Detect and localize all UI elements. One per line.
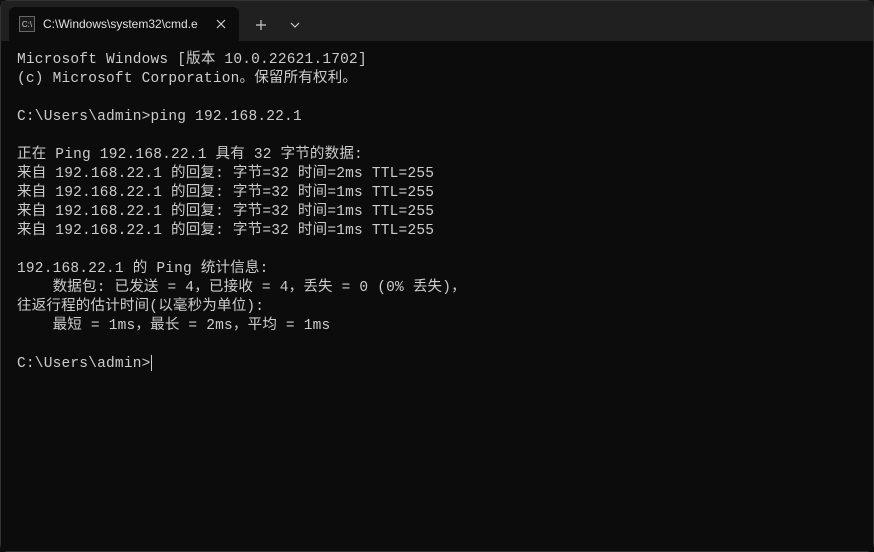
- stats-rtt-values: 最短 = 1ms，最长 = 2ms，平均 = 1ms: [17, 318, 330, 334]
- ping-reply: 来自 192.168.22.1 的回复: 字节=32 时间=2ms TTL=25…: [17, 166, 434, 182]
- ping-reply: 来自 192.168.22.1 的回复: 字节=32 时间=1ms TTL=25…: [17, 185, 434, 201]
- close-icon[interactable]: [213, 16, 229, 32]
- ping-header: 正在 Ping 192.168.22.1 具有 32 字节的数据:: [17, 147, 363, 163]
- prompt: C:\Users\admin>: [17, 109, 151, 125]
- prompt: C:\Users\admin>: [17, 356, 151, 372]
- new-tab-button[interactable]: [245, 9, 277, 41]
- titlebar: C:\ C:\Windows\system32\cmd.e: [1, 1, 873, 41]
- tab-title: C:\Windows\system32\cmd.e: [43, 17, 205, 31]
- copyright-line: (c) Microsoft Corporation。保留所有权利。: [17, 71, 357, 87]
- tab-group: C:\ C:\Windows\system32\cmd.e: [1, 1, 311, 41]
- terminal-output[interactable]: Microsoft Windows [版本 10.0.22621.1702] (…: [1, 41, 873, 551]
- cmd-icon: C:\: [19, 16, 35, 32]
- command-text: ping 192.168.22.1: [151, 109, 302, 125]
- tab-cmd[interactable]: C:\ C:\Windows\system32\cmd.e: [9, 7, 239, 41]
- ping-reply: 来自 192.168.22.1 的回复: 字节=32 时间=1ms TTL=25…: [17, 223, 434, 239]
- ping-reply: 来自 192.168.22.1 的回复: 字节=32 时间=1ms TTL=25…: [17, 204, 434, 220]
- tab-dropdown-button[interactable]: [279, 9, 311, 41]
- stats-rtt-header: 往返行程的估计时间(以毫秒为单位):: [17, 299, 264, 315]
- stats-packets: 数据包: 已发送 = 4，已接收 = 4，丢失 = 0 (0% 丢失)，: [17, 280, 466, 296]
- cursor: [151, 355, 152, 371]
- version-line: Microsoft Windows [版本 10.0.22621.1702]: [17, 52, 367, 68]
- stats-header: 192.168.22.1 的 Ping 统计信息:: [17, 261, 269, 277]
